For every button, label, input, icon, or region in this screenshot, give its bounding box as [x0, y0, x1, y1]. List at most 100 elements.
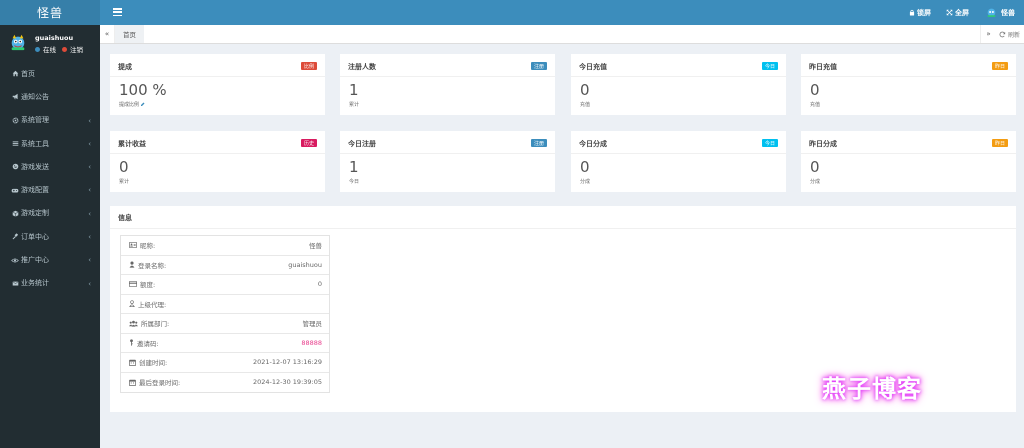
chevron-left-icon: ‹	[88, 139, 91, 148]
stat-subtitle: 分成	[580, 179, 591, 185]
credit-card-icon	[129, 281, 137, 288]
sidebar-item-label: 推广中心	[21, 256, 49, 265]
sidebar-item-notice[interactable]: 通知公告	[0, 85, 100, 108]
tab-bar: « 首页 » 刷新	[100, 25, 1024, 44]
sidebar-item-system-tools[interactable]: 系统工具 ‹	[0, 132, 100, 155]
logout-dot-icon[interactable]	[62, 46, 67, 52]
stat-card-yesterday-recharge: 昨日充值 昨日 0 充值	[801, 54, 1016, 115]
chevron-left-icon: ‹	[88, 163, 91, 172]
eye-icon	[11, 256, 19, 264]
sidebar-item-label: 系统工具	[21, 139, 49, 148]
info-label: 登录名称:	[138, 261, 167, 270]
chevron-left-icon: ‹	[88, 256, 91, 265]
user-panel: guaishuou 在线 注销	[0, 31, 100, 65]
cube-icon	[11, 209, 19, 217]
info-row-created-time: 创建时间: 2021-12-07 13:16:29	[121, 353, 329, 373]
online-dot-icon	[35, 46, 40, 52]
fullscreen-button[interactable]: 全屏	[946, 0, 969, 25]
stat-card-commission: 提成 比例 100 % 提成比例	[110, 54, 325, 115]
info-value: 管理员	[302, 320, 323, 329]
calendar-icon	[129, 379, 136, 386]
lock-screen-label: 锁屏	[917, 8, 931, 17]
refresh-button[interactable]: 刷新	[999, 25, 1020, 43]
info-row-invite-code: 邀请码: 88888	[121, 334, 329, 353]
sidebar-item-label: 业务统计	[21, 279, 49, 288]
list-icon	[11, 140, 19, 148]
info-value: 2024-12-30 19:39:05	[252, 378, 322, 387]
stat-title: 今日注册	[348, 140, 376, 148]
user-menu-button[interactable]: 怪兽	[986, 0, 1015, 25]
stat-subtitle: 充值	[580, 102, 591, 108]
info-label: 上级代理:	[138, 300, 167, 309]
tab-scroll-left-icon[interactable]: «	[100, 25, 115, 43]
fullscreen-label: 全屏	[955, 8, 969, 17]
info-label: 创建时间:	[139, 359, 168, 368]
user-avatar-icon	[987, 8, 996, 17]
watermark-text: 燕子博客	[822, 375, 922, 403]
stat-badge: 昨日	[991, 139, 1008, 147]
stat-badge: 今日	[761, 62, 778, 70]
info-table: 昵称: 怪兽 登录名称: guaishuou 额度: 0 上级代理: 所属部门:…	[120, 235, 330, 393]
lock-screen-button[interactable]: 锁屏	[909, 0, 931, 25]
stat-title: 昨日分成	[809, 140, 837, 148]
stat-title: 累计收益	[118, 140, 146, 148]
user-status: 在线 注销	[35, 44, 83, 54]
sidebar-item-label: 订单中心	[21, 232, 49, 241]
gear-icon	[11, 116, 19, 124]
stat-value: 0	[580, 81, 590, 99]
chevron-left-icon: ‹	[88, 116, 91, 125]
stat-subtitle: 分成	[810, 179, 821, 185]
sidebar-item-game-send[interactable]: 游戏发送 ‹	[0, 155, 100, 178]
sidebar-item-business-stats[interactable]: 业务统计 ‹	[0, 272, 100, 295]
stat-title: 今日充值	[579, 63, 607, 71]
online-label: 在线	[43, 46, 56, 54]
stat-subtitle: 累计	[119, 179, 130, 185]
stat-subtitle: 累计	[349, 102, 360, 108]
stat-title: 提成	[118, 63, 132, 71]
info-row-quota: 额度: 0	[121, 275, 329, 295]
info-value: 0	[317, 280, 322, 289]
info-row-login-name: 登录名称: guaishuou	[121, 256, 329, 275]
chevron-left-icon: ‹	[88, 233, 91, 242]
sidebar-item-label: 游戏定制	[21, 209, 49, 218]
sidebar-toggle-icon[interactable]	[113, 8, 122, 17]
sidebar-item-promo-center[interactable]: 推广中心 ‹	[0, 248, 100, 271]
stat-subtitle: 充值	[810, 102, 821, 108]
logout-link[interactable]: 注销	[70, 44, 83, 54]
stat-value: 0	[810, 158, 820, 176]
stat-value: 0	[810, 81, 820, 99]
info-label: 邀请码:	[137, 339, 159, 348]
chevron-left-icon: ‹	[88, 209, 91, 218]
stat-title: 注册人数	[348, 63, 376, 71]
stat-value: 0	[580, 158, 590, 176]
user-menu-label: 怪兽	[1001, 8, 1015, 17]
globe-icon	[11, 163, 19, 171]
app-logo[interactable]: 怪兽	[0, 0, 100, 25]
sidebar-item-label: 首页	[21, 69, 35, 78]
info-label: 最后登录时间:	[139, 379, 181, 388]
sidebar-menu: 首页 通知公告 系统管理 ‹ 系统工具 ‹ 游戏发送 ‹ 游戏配置 ‹ 游戏定制…	[0, 62, 100, 295]
user-outline-icon	[129, 300, 135, 308]
stat-subtitle: 今日	[349, 179, 360, 185]
info-row-department: 所属部门: 管理员	[121, 314, 329, 334]
sidebar-item-game-custom[interactable]: 游戏定制 ‹	[0, 202, 100, 225]
info-row-nickname: 昵称: 怪兽	[121, 236, 329, 256]
tab-home[interactable]: 首页	[115, 25, 144, 43]
sidebar-item-game-config[interactable]: 游戏配置 ‹	[0, 178, 100, 201]
stat-value: 100 %	[119, 81, 167, 99]
tab-scroll-right-icon[interactable]: »	[980, 25, 996, 43]
sidebar-item-home[interactable]: 首页	[0, 62, 100, 85]
calendar-icon	[129, 359, 136, 366]
info-value: 88888	[301, 338, 322, 347]
stat-badge: 今日	[761, 139, 778, 147]
sidebar-item-system-admin[interactable]: 系统管理 ‹	[0, 109, 100, 132]
stat-value: 1	[349, 158, 359, 176]
stat-badge: 历史	[300, 139, 317, 147]
info-value: guaishuou	[288, 260, 322, 269]
edit-icon[interactable]	[140, 102, 145, 107]
info-row-parent-agent: 上级代理:	[121, 295, 329, 314]
sidebar-item-order-center[interactable]: 订单中心 ‹	[0, 225, 100, 248]
sidebar: 怪兽 guaishuou 在线 注销 首页 通知公告 系统管理 ‹ 系统工具 ‹…	[0, 0, 100, 448]
info-value: 2021-12-07 13:16:29	[252, 358, 322, 367]
top-navbar: 锁屏 全屏 怪兽	[100, 0, 1024, 25]
